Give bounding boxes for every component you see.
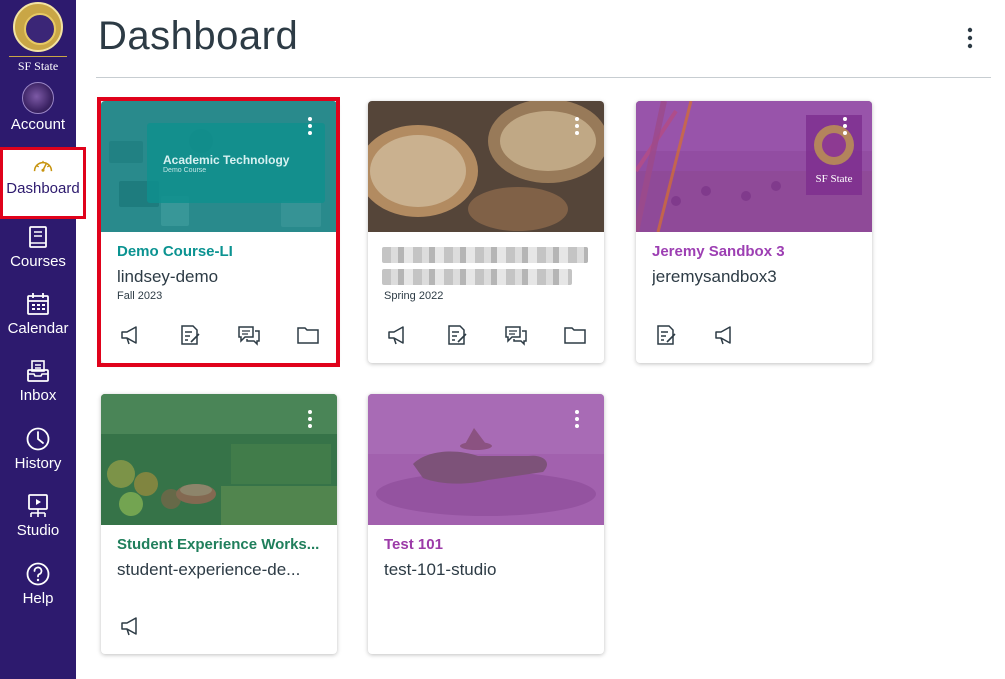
course-hero-image xyxy=(368,101,604,232)
assignments-icon[interactable] xyxy=(178,323,202,347)
course-card-test-101[interactable]: Test 101 test-101-studio xyxy=(368,394,604,654)
header-divider xyxy=(96,77,991,78)
card-options-kebab-icon[interactable] xyxy=(307,117,313,139)
course-hero-image xyxy=(101,394,337,525)
avatar xyxy=(22,82,54,114)
sidebar-item-label: Calendar xyxy=(7,320,69,337)
sidebar-item-label: Help xyxy=(22,590,54,607)
sidebar-item-help[interactable]: Help xyxy=(0,561,76,607)
sidebar-item-studio[interactable]: Studio xyxy=(0,493,76,539)
files-folder-icon[interactable] xyxy=(563,323,587,347)
sidebar-item-label: Dashboard xyxy=(6,180,80,197)
logo-text: SF State xyxy=(9,56,67,74)
course-card-student-experience[interactable]: Student Experience Works... student-expe… xyxy=(101,394,337,654)
sidebar-item-inbox[interactable]: Inbox xyxy=(0,358,76,404)
dashboard-options-kebab-icon[interactable] xyxy=(962,26,978,52)
course-hero-image xyxy=(636,101,872,232)
card-options-kebab-icon[interactable] xyxy=(574,117,580,139)
courses-icon xyxy=(29,226,47,248)
sidebar-item-label: Courses xyxy=(10,253,66,270)
course-card-jeremy-sandbox[interactable]: SF State Jeremy Sandbox 3 jeremysandbox3 xyxy=(636,101,872,363)
assignments-icon[interactable] xyxy=(445,323,469,347)
hero-subtitle-text: Demo Course xyxy=(163,167,207,174)
course-name[interactable]: Test 101 xyxy=(384,536,590,553)
sf-state-logo[interactable]: SF State xyxy=(9,2,67,74)
sidebar-item-label: Account xyxy=(10,116,66,133)
studio-icon xyxy=(28,494,48,517)
course-name[interactable]: Student Experience Works... xyxy=(117,536,323,553)
announcements-icon[interactable] xyxy=(386,323,410,347)
card-options-kebab-icon[interactable] xyxy=(307,410,313,432)
hero-logo-text: SF State xyxy=(815,173,853,185)
course-code: student-experience-de... xyxy=(117,560,301,579)
sidebar-item-dashboard[interactable]: Dashboard xyxy=(0,147,86,219)
blurred-course-info xyxy=(382,241,590,287)
calendar-icon xyxy=(27,293,49,315)
course-card-hero[interactable] xyxy=(368,101,604,232)
hero-title-text: Academic Technology xyxy=(163,153,290,167)
course-card-hero[interactable] xyxy=(368,394,604,525)
files-folder-icon[interactable] xyxy=(296,323,320,347)
assignments-icon[interactable] xyxy=(654,323,678,347)
course-name[interactable]: Jeremy Sandbox 3 xyxy=(652,243,858,260)
course-card-hero[interactable]: Academic Technology Demo Course xyxy=(101,101,337,232)
canvas-dashboard-window: SF State Account Dashboard Courses Calen… xyxy=(0,0,1005,679)
discussions-icon[interactable] xyxy=(237,323,261,347)
sidebar-item-account[interactable]: Account xyxy=(0,82,76,133)
sidebar-item-label: Inbox xyxy=(19,387,57,404)
course-card-hero[interactable]: SF State xyxy=(636,101,872,232)
course-term: Spring 2022 xyxy=(384,290,444,302)
inbox-icon xyxy=(27,360,49,382)
announcements-icon[interactable] xyxy=(713,323,737,347)
sidebar-item-calendar[interactable]: Calendar xyxy=(0,291,76,337)
dashboard-icon xyxy=(33,160,53,172)
announcements-icon[interactable] xyxy=(119,323,143,347)
card-options-kebab-icon[interactable] xyxy=(842,117,848,139)
course-card-blurred[interactable]: Spring 2022 xyxy=(368,101,604,363)
discussions-icon[interactable] xyxy=(504,323,528,347)
course-card-hero[interactable] xyxy=(101,394,337,525)
sidebar-item-label: History xyxy=(14,455,62,472)
course-code: test-101-studio xyxy=(384,560,497,579)
history-clock-icon xyxy=(26,427,50,451)
university-seal xyxy=(13,2,63,52)
course-code: jeremysandbox3 xyxy=(652,267,777,286)
help-icon xyxy=(26,562,50,586)
card-options-kebab-icon[interactable] xyxy=(574,410,580,432)
announcements-icon[interactable] xyxy=(119,614,143,638)
course-card-demo[interactable]: Academic Technology Demo Course Demo Cou… xyxy=(101,101,337,363)
sidebar-item-history[interactable]: History xyxy=(0,426,76,472)
page-title: Dashboard xyxy=(98,14,299,58)
course-code: lindsey-demo xyxy=(117,267,219,286)
global-navigation: SF State Account Dashboard Courses Calen… xyxy=(0,0,86,679)
course-name[interactable]: Demo Course-LI xyxy=(117,243,323,260)
sidebar-item-label: Studio xyxy=(16,522,60,539)
course-term: Fall 2023 xyxy=(117,290,163,302)
sidebar-item-courses[interactable]: Courses xyxy=(0,224,76,270)
course-hero-image xyxy=(368,394,604,525)
